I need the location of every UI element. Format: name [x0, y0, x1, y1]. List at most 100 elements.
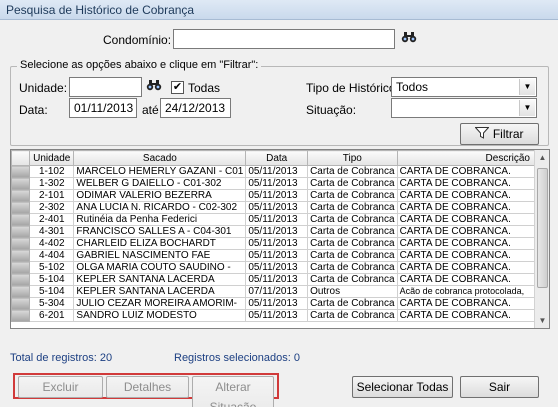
column-header-tipo[interactable]: Tipo — [307, 150, 398, 166]
cell-data: 05/11/2013 — [245, 309, 309, 322]
alterar-situacao-button[interactable]: Alterar Situação — [192, 376, 274, 407]
cell-data: 05/11/2013 — [245, 213, 309, 226]
table-row[interactable]: 5-104 KEPLER SANTANA LACERDA 07/11/2013 Out… — [11, 285, 549, 298]
cell-unidade: 4-402 — [29, 237, 75, 250]
history-table[interactable]: Unidade Sacado Data Tipo Descrição 1-102… — [10, 149, 550, 329]
row-selector[interactable] — [11, 177, 31, 190]
table-row[interactable]: 2-302 ANA LUCIA N. RICARDO - C02-302 05/11… — [11, 201, 549, 214]
funnel-icon — [474, 127, 491, 139]
cell-data: 07/11/2013 — [245, 285, 309, 298]
cell-unidade: 2-101 — [29, 189, 75, 202]
cell-data: 05/11/2013 — [245, 225, 309, 238]
table-row[interactable]: 2-101 ODIMAR VALERIO BEZERRA 05/11/2013 Car… — [11, 189, 549, 202]
binoculars-icon — [146, 80, 161, 91]
row-selector[interactable] — [11, 213, 31, 226]
column-header-data[interactable]: Data — [245, 150, 309, 166]
filtrar-button[interactable]: Filtrar — [460, 123, 539, 145]
data-to-input[interactable]: 24/12/2013 — [160, 98, 231, 118]
cell-descricao: CARTA DE COBRANCA. — [396, 165, 549, 178]
filter-legend: Selecione as opções abaixo e clique em "… — [17, 59, 262, 71]
cell-tipo: Carta de Cobranca — [307, 225, 398, 238]
cell-tipo: Carta de Cobranca — [307, 297, 398, 310]
table-row[interactable]: 4-402 CHARLEID ELIZA BOCHARDT 05/11/2013 Ca… — [11, 237, 549, 250]
cell-data: 05/11/2013 — [245, 237, 309, 250]
scroll-up-icon[interactable]: ▲ — [535, 150, 549, 165]
row-selector[interactable] — [11, 261, 31, 274]
cell-descricao: CARTA DE COBRANCA. — [396, 309, 549, 322]
todas-checkbox[interactable]: ✔ — [171, 81, 184, 94]
table-row[interactable]: 5-304 JULIO CEZAR MOREIRA AMORIM- 05/11/20… — [11, 297, 549, 310]
cell-tipo: Carta de Cobranca — [307, 249, 398, 262]
row-selector[interactable] — [11, 237, 31, 250]
filtrar-label: Filtrar — [492, 127, 524, 141]
excluir-button[interactable]: Excluir — [18, 376, 103, 398]
cell-tipo: Carta de Cobranca — [307, 177, 398, 190]
row-selector[interactable] — [11, 273, 31, 286]
table-row[interactable]: 2-401 Rutinéia da Penha Federici 05/11/201… — [11, 213, 549, 226]
cell-unidade: 4-404 — [29, 249, 75, 262]
cell-tipo: Carta de Cobranca — [307, 165, 398, 178]
ate-label: até — [142, 103, 159, 117]
column-header-unidade[interactable]: Unidade — [29, 150, 75, 166]
data-from-input[interactable]: 01/11/2013 — [69, 98, 137, 118]
history-table-body: Unidade Sacado Data Tipo Descrição 1-102… — [11, 150, 549, 322]
cell-data: 05/11/2013 — [245, 189, 309, 202]
table-row[interactable]: 1-302 WELBER G DAIELLO - C01-302 05/11/201… — [11, 177, 549, 190]
cell-unidade: 2-302 — [29, 201, 75, 214]
cell-data: 05/11/2013 — [245, 297, 309, 310]
detalhes-button[interactable]: Detalhes — [106, 376, 189, 398]
cell-unidade: 4-301 — [29, 225, 75, 238]
window-title: Pesquisa de Histórico de Cobrança — [6, 3, 195, 17]
row-selector[interactable] — [11, 297, 31, 310]
cell-tipo: Carta de Cobranca — [307, 273, 398, 286]
table-vertical-scrollbar[interactable]: ▲ ▼ — [534, 150, 549, 328]
row-selector[interactable] — [11, 249, 31, 262]
tipo-historico-select[interactable]: Todos ▼ — [391, 77, 537, 97]
cell-descricao: CARTA DE COBRANCA. — [396, 237, 549, 250]
scrollbar-thumb[interactable] — [537, 168, 548, 288]
table-row[interactable]: 4-404 GABRIEL NASCIMENTO FAE 05/11/2013 Car… — [11, 249, 549, 262]
sair-button[interactable]: Sair — [460, 376, 539, 398]
row-selector[interactable] — [11, 225, 31, 238]
row-selector[interactable] — [11, 165, 31, 178]
table-row[interactable]: 4-301 FRANCISCO SALLES A - C04-301 05/11/2… — [11, 225, 549, 238]
column-header-descricao[interactable]: Descrição — [396, 150, 549, 166]
cell-data: 05/11/2013 — [245, 201, 309, 214]
cell-unidade: 6-201 — [29, 309, 75, 322]
cell-unidade: 1-102 — [29, 165, 75, 178]
table-row[interactable]: 1-102 MARCELO HEMERLY GAZANI - C01 05/11/2… — [11, 165, 549, 178]
cell-sacado: FRANCISCO SALLES A - C04-301 — [73, 225, 247, 238]
cell-descricao: CARTA DE COBRANCA. — [396, 177, 549, 190]
cell-sacado: WELBER G DAIELLO - C01-302 — [73, 177, 247, 190]
chevron-down-icon[interactable]: ▼ — [519, 79, 535, 95]
situacao-select[interactable]: ▼ — [391, 98, 537, 118]
row-selector[interactable] — [11, 189, 31, 202]
column-header-sacado[interactable]: Sacado — [73, 150, 247, 166]
cell-tipo: Carta de Cobranca — [307, 309, 398, 322]
cell-sacado: KEPLER SANTANA LACERDA — [73, 285, 247, 298]
cell-unidade: 5-104 — [29, 285, 75, 298]
unidade-input[interactable] — [69, 77, 142, 97]
table-header-row: Unidade Sacado Data Tipo Descrição — [11, 150, 549, 166]
row-selector[interactable] — [11, 285, 31, 298]
condominio-input[interactable] — [173, 29, 395, 49]
selecionar-todas-button[interactable]: Selecionar Todas — [352, 376, 453, 398]
cell-sacado: KEPLER SANTANA LACERDA — [73, 273, 247, 286]
unidade-search-button[interactable] — [143, 77, 164, 97]
chevron-down-icon[interactable]: ▼ — [519, 100, 535, 116]
table-row[interactable]: 5-102 OLGA MARIA COUTO SAUDINO -05/11/201… — [11, 261, 549, 274]
cell-unidade: 5-102 — [29, 261, 75, 274]
cell-unidade: 1-302 — [29, 177, 75, 190]
table-row[interactable]: 6-201 SANDRO LUIZ MODESTO 05/11/2013 Carta … — [11, 309, 549, 322]
cell-sacado: JULIO CEZAR MOREIRA AMORIM- — [73, 297, 247, 310]
table-row[interactable]: 5-104 KEPLER SANTANA LACERDA 05/11/2013 Car… — [11, 273, 549, 286]
row-selector[interactable] — [11, 201, 31, 214]
cell-descricao: CARTA DE COBRANCA. — [396, 201, 549, 214]
binoculars-icon — [401, 32, 416, 43]
condominio-search-button[interactable] — [398, 29, 419, 49]
row-selector[interactable] — [11, 309, 31, 322]
cell-sacado: SANDRO LUIZ MODESTO — [73, 309, 247, 322]
cell-data: 05/11/2013 — [245, 177, 309, 190]
scroll-down-icon[interactable]: ▼ — [535, 313, 549, 328]
condominio-label: Condomínio: — [103, 33, 172, 47]
